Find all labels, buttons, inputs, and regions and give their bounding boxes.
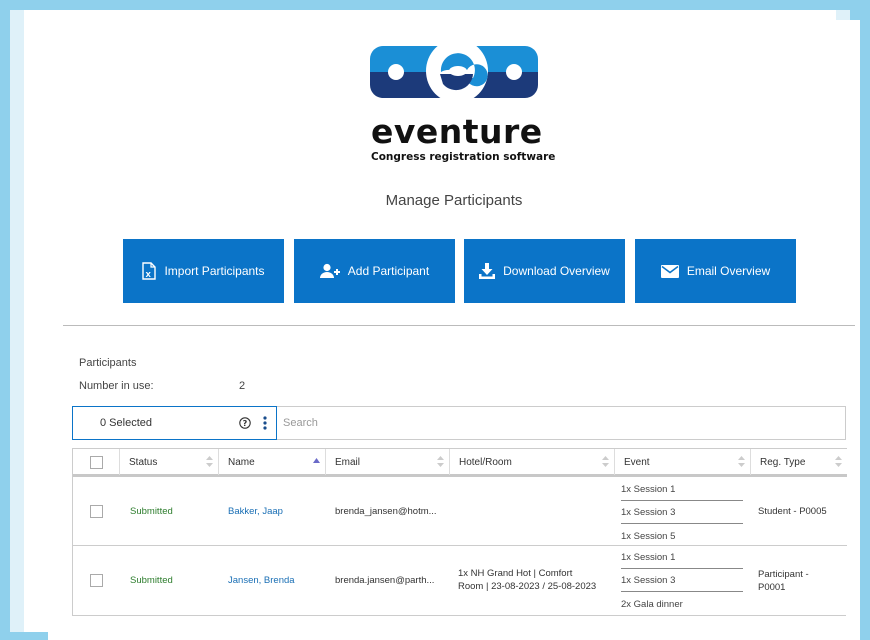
row-event-item: 1x Session 3 <box>621 575 676 586</box>
app-frame: eventure Congress registration software … <box>10 10 860 640</box>
brand-name: eventure <box>371 112 543 151</box>
add-participant-button[interactable]: Add Participant <box>294 239 455 303</box>
event-separator <box>621 591 743 592</box>
row-event-item: 2x Gala dinner <box>621 599 683 610</box>
row-name-link[interactable]: Jansen, Brenda <box>228 575 295 586</box>
column-label-email: Email <box>335 456 361 468</box>
select-all-checkbox[interactable] <box>89 455 103 469</box>
column-header-email[interactable]: Email <box>326 449 450 475</box>
row-name-link[interactable]: Bakker, Jaap <box>228 506 283 517</box>
column-header-name[interactable]: Name <box>219 449 326 475</box>
grid-toolbar: 0 Selected ? <box>72 406 846 440</box>
event-separator <box>621 500 743 501</box>
header-select-all-cell <box>73 449 120 475</box>
participants-section-title: Participants <box>79 357 137 369</box>
help-icon[interactable]: ? <box>239 416 251 434</box>
svg-text:?: ? <box>243 419 248 428</box>
email-overview-button[interactable]: Email Overview <box>635 239 796 303</box>
column-header-reg-type[interactable]: Reg. Type <box>751 449 847 475</box>
row-checkbox[interactable] <box>90 505 103 518</box>
row-checkbox[interactable] <box>90 574 103 587</box>
sort-icon <box>835 456 842 470</box>
sort-ascending-icon <box>313 455 320 466</box>
column-label-event: Event <box>624 456 650 468</box>
sort-icon <box>437 456 444 470</box>
sort-icon <box>602 456 609 470</box>
page-title: Manage Participants <box>385 192 523 209</box>
download-icon <box>479 263 496 279</box>
sort-icon <box>738 456 745 470</box>
number-in-use-value: 2 <box>239 380 246 392</box>
participants-table: Status Name Email Hotel/Room Event Reg. … <box>72 448 847 616</box>
column-label-status: Status <box>129 456 158 468</box>
more-options-icon[interactable] <box>263 416 267 435</box>
section-divider <box>63 325 855 326</box>
import-participants-label: Import Participants <box>164 264 265 278</box>
selected-count: 0 Selected <box>100 417 152 429</box>
row-status: Submitted <box>130 575 173 586</box>
row-status: Submitted <box>130 506 173 517</box>
column-header-status[interactable]: Status <box>120 449 219 475</box>
row-event-item: 1x Session 1 <box>621 552 676 563</box>
row-hotel-line2: Room | 23-08-2023 / 25-08-2023 <box>458 581 597 592</box>
add-participant-label: Add Participant <box>347 264 430 278</box>
row-email: brenda.jansen@parth... <box>335 575 435 586</box>
envelope-icon <box>660 264 679 278</box>
row-reg-type: Participant - <box>758 569 809 580</box>
add-user-icon <box>319 263 340 279</box>
row-reg-type-line2: P0001 <box>758 582 786 593</box>
table-row[interactable]: Submitted Bakker, Jaap brenda_jansen@hot… <box>73 477 847 546</box>
column-label-reg-type: Reg. Type <box>760 456 806 468</box>
svg-text:X: X <box>146 271 152 279</box>
number-in-use-label: Number in use: <box>79 380 154 392</box>
row-event-item: 1x Session 5 <box>621 531 676 542</box>
event-separator <box>621 523 743 524</box>
column-label-name: Name <box>228 456 255 468</box>
download-overview-button[interactable]: Download Overview <box>464 239 625 303</box>
table-row[interactable]: Submitted Jansen, Brenda brenda.jansen@p… <box>73 546 847 616</box>
table-header: Status Name Email Hotel/Room Event Reg. … <box>73 448 847 477</box>
event-separator <box>621 568 743 569</box>
search-input[interactable] <box>279 408 839 438</box>
main-panel: eventure Congress registration software … <box>48 20 860 640</box>
row-event-item: 1x Session 3 <box>621 507 676 518</box>
column-label-hotel-room: Hotel/Room <box>459 456 512 468</box>
download-overview-label: Download Overview <box>503 264 610 278</box>
row-event-item: 1x Session 1 <box>621 484 676 495</box>
row-email: brenda_jansen@hotm... <box>335 506 437 517</box>
column-header-event[interactable]: Event <box>615 449 751 475</box>
column-header-hotel-room[interactable]: Hotel/Room <box>450 449 615 475</box>
row-reg-type: Student - P0005 <box>758 506 827 517</box>
sort-icon <box>206 456 213 470</box>
import-participants-button[interactable]: X Import Participants <box>123 239 284 303</box>
row-hotel-line1: 1x NH Grand Hot | Comfort <box>458 568 573 579</box>
email-overview-label: Email Overview <box>686 264 771 278</box>
brand-tagline: Congress registration software <box>371 151 556 163</box>
selection-box[interactable]: 0 Selected ? <box>72 406 277 440</box>
excel-file-icon: X <box>142 262 157 280</box>
